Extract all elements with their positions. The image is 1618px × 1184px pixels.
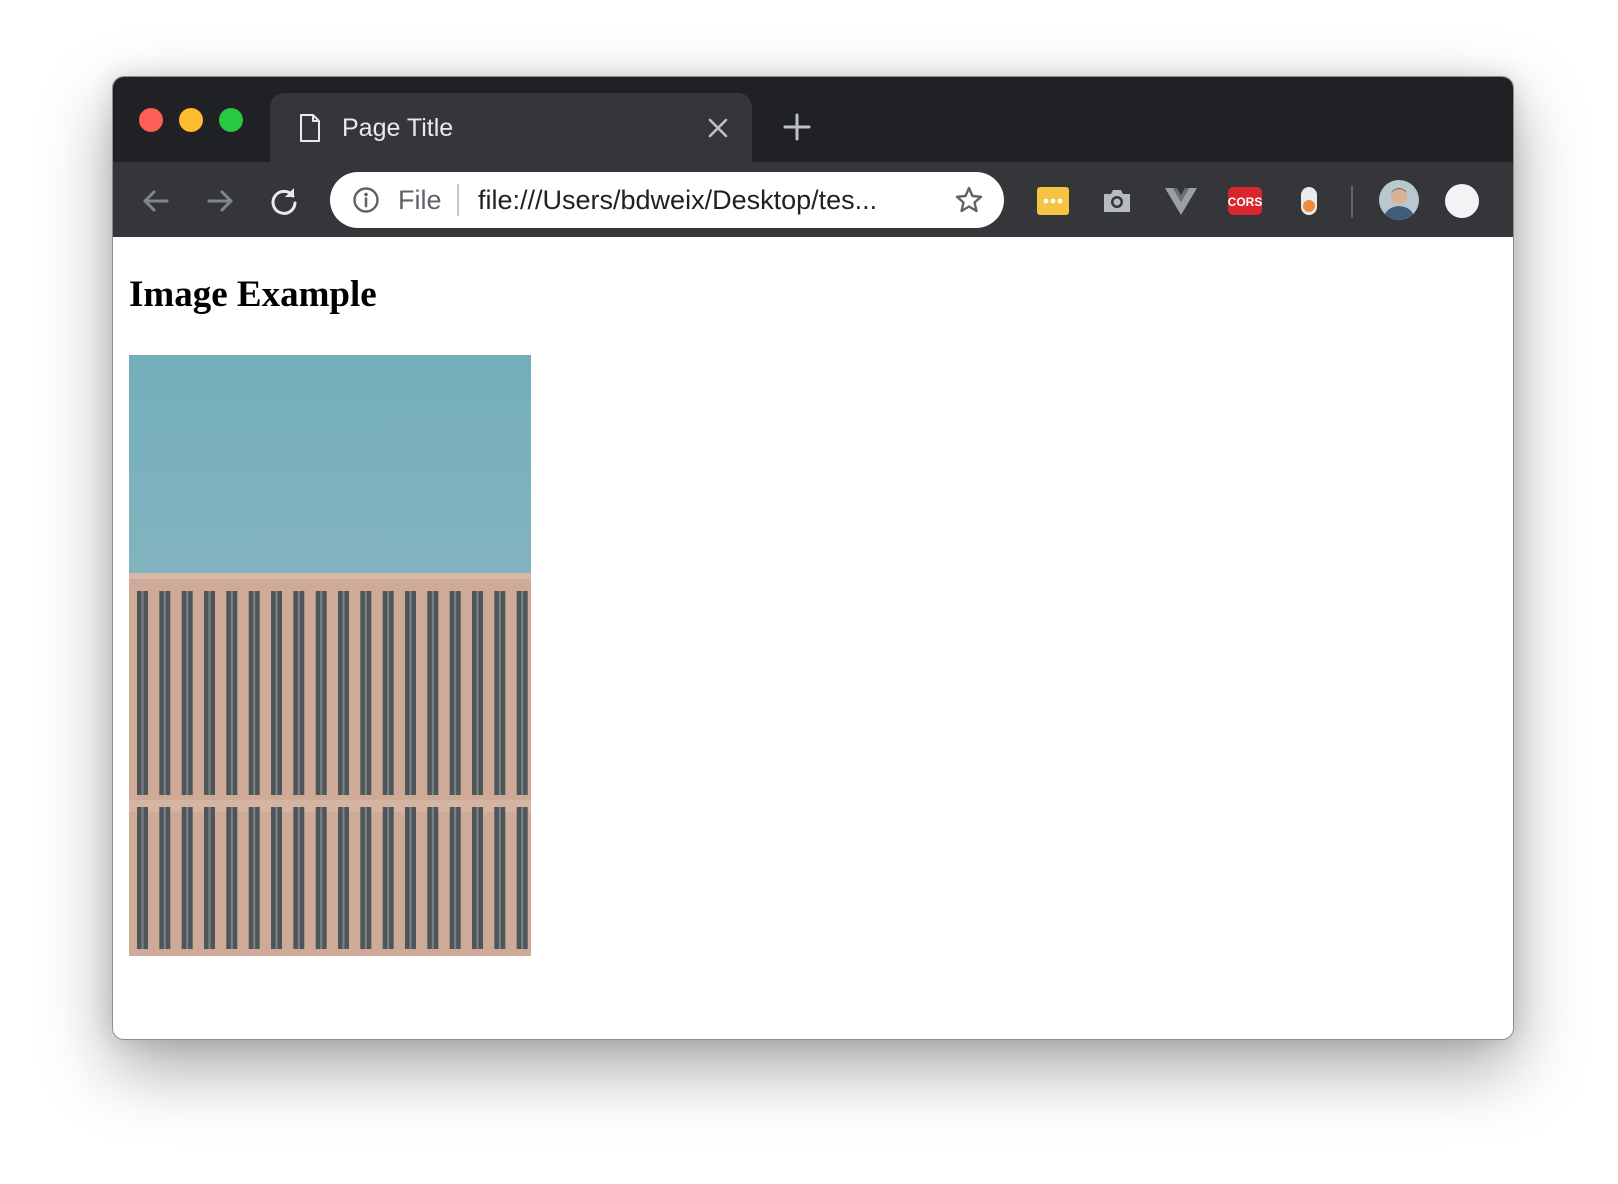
window-mullion <box>297 591 300 795</box>
window-mullion <box>141 807 144 949</box>
window-mullion <box>163 591 166 795</box>
dots-extension-icon[interactable] <box>1035 183 1071 219</box>
omnibox-divider <box>457 184 459 216</box>
sky-area <box>129 355 531 573</box>
window-mullion <box>387 807 390 949</box>
close-window-button[interactable] <box>139 108 163 132</box>
browser-window: Page Title File file:///Users/bdweix/Des… <box>112 76 1514 1040</box>
window-mullion <box>253 591 256 795</box>
window-mullion <box>275 807 278 949</box>
minimize-window-button[interactable] <box>179 108 203 132</box>
maximize-window-button[interactable] <box>219 108 243 132</box>
window-mullion <box>186 591 189 795</box>
window-mullion <box>163 807 166 949</box>
window-mullion <box>230 591 233 795</box>
cors-badge-icon: CORS <box>1228 187 1263 215</box>
forward-arrow-icon[interactable] <box>203 184 237 218</box>
window-mullion <box>364 591 367 795</box>
window-mullion <box>320 807 323 949</box>
roof-ledge <box>129 573 531 579</box>
back-arrow-icon[interactable] <box>139 184 173 218</box>
toolbar-separator <box>1351 186 1353 218</box>
address-bar[interactable]: File file:///Users/bdweix/Desktop/tes... <box>330 172 1004 228</box>
bookmark-star-icon[interactable] <box>954 185 984 215</box>
page-heading: Image Example <box>129 274 377 315</box>
window-mullion <box>186 807 189 949</box>
window-mullion <box>521 807 524 949</box>
window-mullion <box>342 591 345 795</box>
cors-label: CORS <box>1228 195 1263 209</box>
window-mullion <box>141 591 144 795</box>
info-icon[interactable] <box>352 186 380 214</box>
window-mullion <box>364 807 367 949</box>
avatar-icon <box>1379 180 1419 220</box>
window-mullion <box>342 807 345 949</box>
menu-button[interactable] <box>1445 184 1479 218</box>
cors-extension-icon[interactable]: CORS <box>1227 183 1263 219</box>
window-mullion <box>208 591 211 795</box>
vue-devtools-icon[interactable] <box>1163 183 1199 219</box>
window-mullion <box>320 591 323 795</box>
url-scheme-label: File <box>398 185 442 215</box>
url-text[interactable]: file:///Users/bdweix/Desktop/tes... <box>478 185 877 215</box>
window-mullion <box>409 591 412 795</box>
tab-strip: Page Title <box>113 77 1513 162</box>
window-mullion <box>454 591 457 795</box>
window-mullion <box>275 591 278 795</box>
window-mullion <box>498 591 501 795</box>
window-mullion <box>521 591 524 795</box>
page-content: Image Example <box>113 237 1513 1039</box>
window-mullion <box>230 807 233 949</box>
reload-icon[interactable] <box>267 184 301 218</box>
window-mullion <box>431 807 434 949</box>
window-mullion <box>498 807 501 949</box>
window-mullion <box>476 591 479 795</box>
window-mullion <box>253 807 256 949</box>
window-mullion <box>208 807 211 949</box>
tab-title: Page Title <box>342 114 454 142</box>
window-mullion <box>387 591 390 795</box>
close-tab-icon[interactable] <box>706 116 730 140</box>
window-mullion <box>476 807 479 949</box>
window-mullion <box>409 807 412 949</box>
toolbar: File file:///Users/bdweix/Desktop/tes... <box>113 162 1513 237</box>
profile-avatar[interactable] <box>1379 180 1419 220</box>
window-mullion <box>454 807 457 949</box>
tab-page[interactable]: Page Title <box>270 93 752 162</box>
file-icon <box>300 114 320 142</box>
toggle-extension-icon[interactable] <box>1291 183 1327 219</box>
camera-extension-icon[interactable] <box>1099 183 1135 219</box>
window-mullion <box>297 807 300 949</box>
building-photo <box>129 355 531 956</box>
new-tab-icon[interactable] <box>782 112 812 142</box>
window-mullion <box>431 591 434 795</box>
